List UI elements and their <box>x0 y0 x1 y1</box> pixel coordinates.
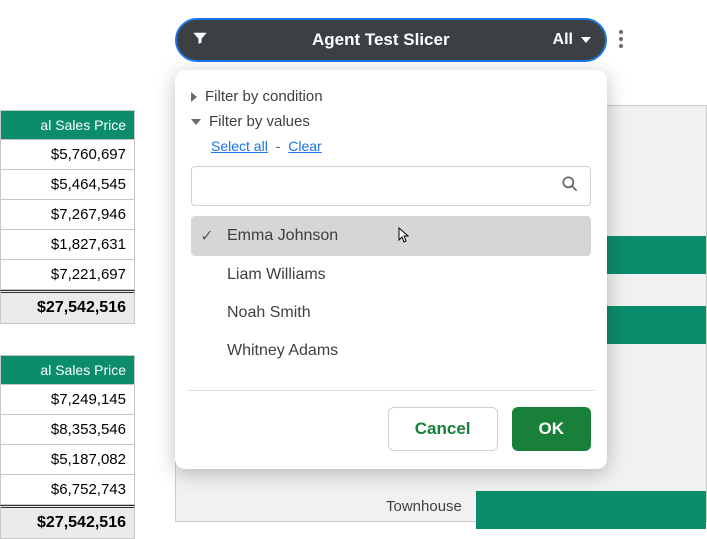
triangle-right-icon <box>191 92 197 102</box>
search-box[interactable] <box>191 166 591 206</box>
value-item-noah-smith[interactable]: Noah Smith <box>191 294 591 332</box>
slicer-scope-label: All <box>553 31 573 49</box>
table-cell: $5,464,545 <box>0 170 135 200</box>
table-header: al Sales Price <box>0 355 135 385</box>
value-item-label: Liam Williams <box>227 266 326 284</box>
chart-bar <box>476 491 706 529</box>
table-total: $27,542,516 <box>0 505 135 539</box>
slicer-pill[interactable]: Agent Test Slicer All <box>175 18 607 62</box>
table-cell: $6,752,743 <box>0 475 135 505</box>
select-links: Select all - Clear <box>191 134 591 166</box>
ok-button[interactable]: OK <box>512 407 592 451</box>
table-top: al Sales Price $5,760,697 $5,464,545 $7,… <box>0 110 135 324</box>
caret-down-icon <box>581 37 591 43</box>
filter-icon <box>191 29 209 52</box>
triangle-down-icon <box>191 119 201 125</box>
panel-actions: Cancel OK <box>191 407 591 451</box>
search-input[interactable] <box>202 177 560 196</box>
table-total: $27,542,516 <box>0 290 135 324</box>
table-cell: $1,827,631 <box>0 230 135 260</box>
table-header: al Sales Price <box>0 110 135 140</box>
table-cell: $7,267,946 <box>0 200 135 230</box>
cancel-button[interactable]: Cancel <box>388 407 498 451</box>
slicer-panel: Filter by condition Filter by values Sel… <box>175 70 607 469</box>
more-options-icon[interactable] <box>619 30 623 48</box>
filter-by-values-toggle[interactable]: Filter by values <box>191 109 591 134</box>
value-item-liam-williams[interactable]: Liam Williams <box>191 256 591 294</box>
table-bottom: al Sales Price $7,249,145 $8,353,546 $5,… <box>0 355 135 539</box>
cursor-icon <box>395 226 411 250</box>
chart-category-label: Townhouse <box>386 498 462 515</box>
table-cell: $7,221,697 <box>0 260 135 290</box>
link-separator: - <box>276 138 281 154</box>
search-icon <box>560 174 580 199</box>
value-item-emma-johnson[interactable]: ✓ Emma Johnson <box>191 216 591 256</box>
value-item-label: Noah Smith <box>227 304 311 322</box>
value-item-whitney-adams[interactable]: Whitney Adams <box>191 332 591 370</box>
table-cell: $7,249,145 <box>0 385 135 415</box>
table-cell: $8,353,546 <box>0 415 135 445</box>
table-cell: $5,760,697 <box>0 140 135 170</box>
value-item-label: Emma Johnson <box>227 227 338 245</box>
filter-by-condition-toggle[interactable]: Filter by condition <box>191 84 591 109</box>
clear-link[interactable]: Clear <box>288 138 321 154</box>
check-icon: ✓ <box>199 226 215 246</box>
value-list: ✓ Emma Johnson Liam Williams Noah Smith … <box>191 216 591 380</box>
slicer-title: Agent Test Slicer <box>209 30 553 50</box>
slicer: Agent Test Slicer All Filter by conditio… <box>175 18 607 469</box>
panel-divider <box>187 390 595 391</box>
filter-by-condition-label: Filter by condition <box>205 88 323 105</box>
value-item-label: Whitney Adams <box>227 342 338 360</box>
table-cell: $5,187,082 <box>0 445 135 475</box>
select-all-link[interactable]: Select all <box>211 138 268 154</box>
filter-by-values-label: Filter by values <box>209 113 310 130</box>
